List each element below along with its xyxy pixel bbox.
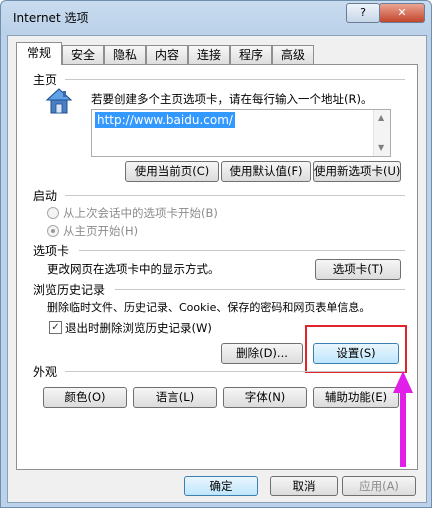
delete-history-button[interactable]: 删除(D)...: [221, 343, 303, 364]
startup-section-title: 启动: [33, 189, 58, 203]
home-page-url-value: http://www.baidu.com/: [95, 112, 235, 128]
divider: [65, 79, 405, 80]
history-section-title: 浏览历史记录: [33, 283, 106, 297]
help-button[interactable]: ?: [346, 3, 380, 23]
startup-home-page-radio[interactable]: [47, 225, 59, 237]
tab-general[interactable]: 常规: [16, 42, 62, 65]
divider: [65, 195, 405, 196]
divider: [115, 289, 405, 290]
close-button[interactable]: ✕: [379, 3, 425, 23]
delete-on-exit-label: 退出时删除浏览历史记录(W): [65, 321, 212, 335]
languages-button[interactable]: 语言(L): [133, 387, 217, 408]
title-bar[interactable]: Internet 选项 ? ✕: [1, 1, 431, 35]
startup-home-page-label: 从主页开始(H): [63, 224, 139, 238]
house-icon: [45, 88, 73, 114]
use-current-button[interactable]: 使用当前页(C): [125, 161, 219, 182]
url-field-scrollbar[interactable]: ▲ ▼: [373, 110, 390, 156]
dialog-client-area: 常规 安全 隐私 内容 连接 程序 高级 主页 若要创建多个主页选项卡，请在每行…: [7, 35, 427, 503]
home-hint-text: 若要创建多个主页选项卡，请在每行输入一个地址(R)。: [91, 92, 373, 106]
tab-security[interactable]: 安全: [62, 45, 104, 64]
ok-button[interactable]: 确定: [184, 476, 258, 496]
accessibility-button[interactable]: 辅助功能(E): [313, 387, 399, 408]
colors-button[interactable]: 颜色(O): [43, 387, 127, 408]
divider: [79, 250, 405, 251]
apply-button[interactable]: 应用(A): [342, 476, 416, 496]
window-title: Internet 选项: [13, 11, 89, 25]
highlight-box: [305, 325, 407, 373]
tab-content[interactable]: 内容: [146, 45, 188, 64]
tab-connections[interactable]: 连接: [188, 45, 230, 64]
startup-last-session-label: 从上次会话中的选项卡开始(B): [63, 206, 218, 220]
scroll-down-icon[interactable]: ▼: [378, 143, 384, 152]
startup-last-session-radio[interactable]: [47, 207, 59, 219]
magenta-arrow-icon: [393, 371, 413, 467]
delete-on-exit-checkbox[interactable]: ✓: [49, 321, 62, 334]
divider: [65, 371, 405, 372]
cancel-button[interactable]: 取消: [270, 476, 338, 496]
scroll-up-icon[interactable]: ▲: [378, 113, 384, 122]
home-page-url-field[interactable]: http://www.baidu.com/ ▲ ▼: [91, 109, 391, 157]
home-section-title: 主页: [33, 73, 58, 87]
internet-options-window: Internet 选项 ? ✕ 常规 安全 隐私 内容 连接 程序 高级 主页 …: [0, 0, 432, 508]
use-new-tab-button[interactable]: 使用新选项卡(U): [313, 161, 401, 182]
use-default-button[interactable]: 使用默认值(F): [221, 161, 311, 182]
tabs-settings-button[interactable]: 选项卡(T): [315, 259, 401, 280]
tab-privacy[interactable]: 隐私: [104, 45, 146, 64]
appearance-section-title: 外观: [33, 365, 58, 379]
tabs-section-title: 选项卡: [33, 244, 70, 258]
history-description: 删除临时文件、历史记录、Cookie、保存的密码和网页表单信息。: [47, 301, 371, 314]
general-tab-panel: 主页 若要创建多个主页选项卡，请在每行输入一个地址(R)。 http://www…: [16, 64, 418, 470]
tabs-description: 更改网页在选项卡中的显示方式。: [47, 262, 220, 276]
tab-advanced[interactable]: 高级: [272, 45, 314, 64]
fonts-button[interactable]: 字体(N): [223, 387, 307, 408]
tab-programs[interactable]: 程序: [230, 45, 272, 64]
